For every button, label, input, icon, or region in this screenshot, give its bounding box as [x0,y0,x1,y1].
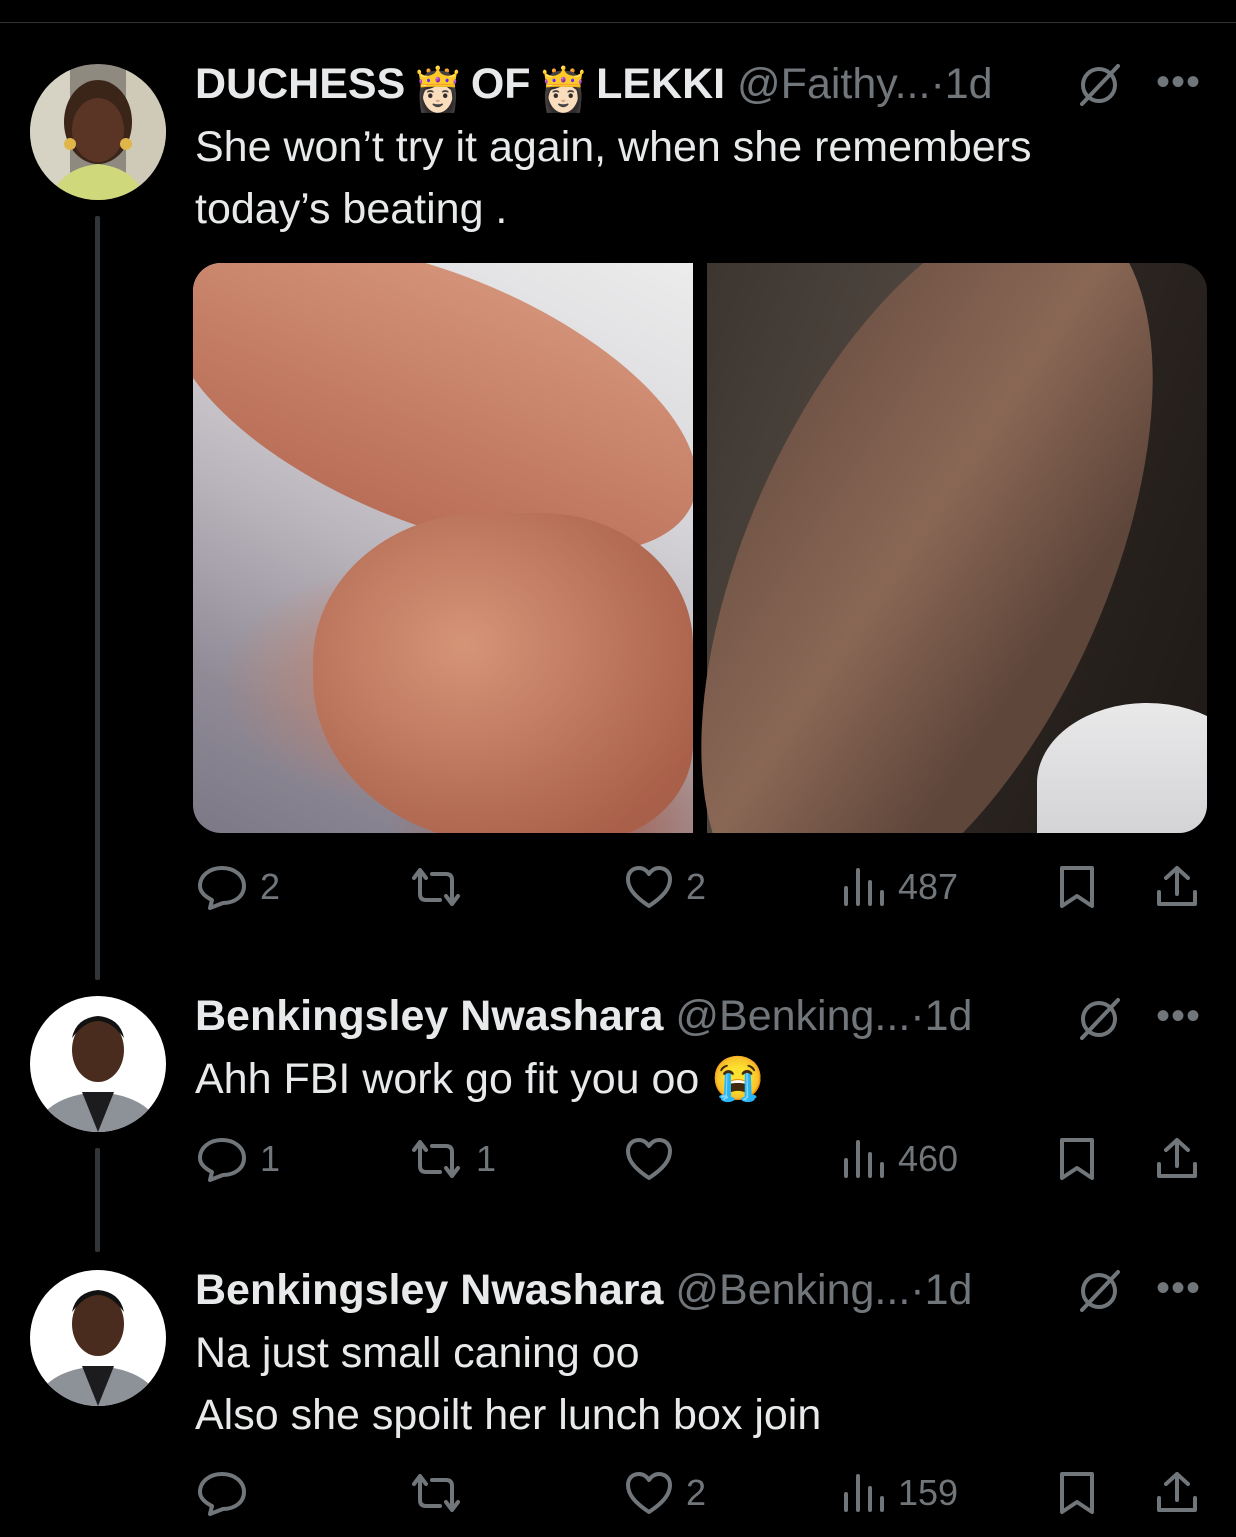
tweet-3[interactable]: Benkingsley Nwashara @Benking...·1d ••• … [0,0,1236,1537]
author-name[interactable]: Benkingsley Nwashara [195,1266,663,1314]
repost-button[interactable] [408,1468,476,1518]
views-count: 159 [898,1472,959,1513]
mute-icon[interactable] [1074,1266,1124,1316]
share-icon [1157,1472,1197,1512]
tweet-text-line: Also she spoilt her lunch box join [195,1391,822,1439]
views-button[interactable]: 159 [842,1468,958,1518]
more-icon[interactable]: ••• [1156,1268,1201,1308]
like-count: 2 [686,1472,707,1513]
timestamp[interactable]: 1d [925,1266,973,1314]
bookmark-icon [1060,1472,1094,1514]
views-icon [844,1474,884,1512]
share-button[interactable] [1154,1468,1200,1518]
repost-icon [412,1474,460,1512]
like-button[interactable]: 2 [624,1468,706,1518]
tweet-text: Na just small caning oo Also she spoilt … [195,1322,821,1446]
tweet-header: Benkingsley Nwashara @Benking...·1d [195,1264,972,1316]
separator-dot: · [910,1266,925,1314]
tweet-actions: 2 159 [0,1468,1236,1518]
bookmark-button[interactable] [1056,1468,1098,1518]
heart-icon [626,1472,672,1514]
reply-button[interactable] [196,1468,260,1518]
tweet-text-line: Na just small caning oo [195,1329,640,1377]
reply-icon [198,1472,246,1516]
avatar[interactable] [30,1270,166,1406]
author-handle[interactable]: @Benking... [675,1266,910,1314]
